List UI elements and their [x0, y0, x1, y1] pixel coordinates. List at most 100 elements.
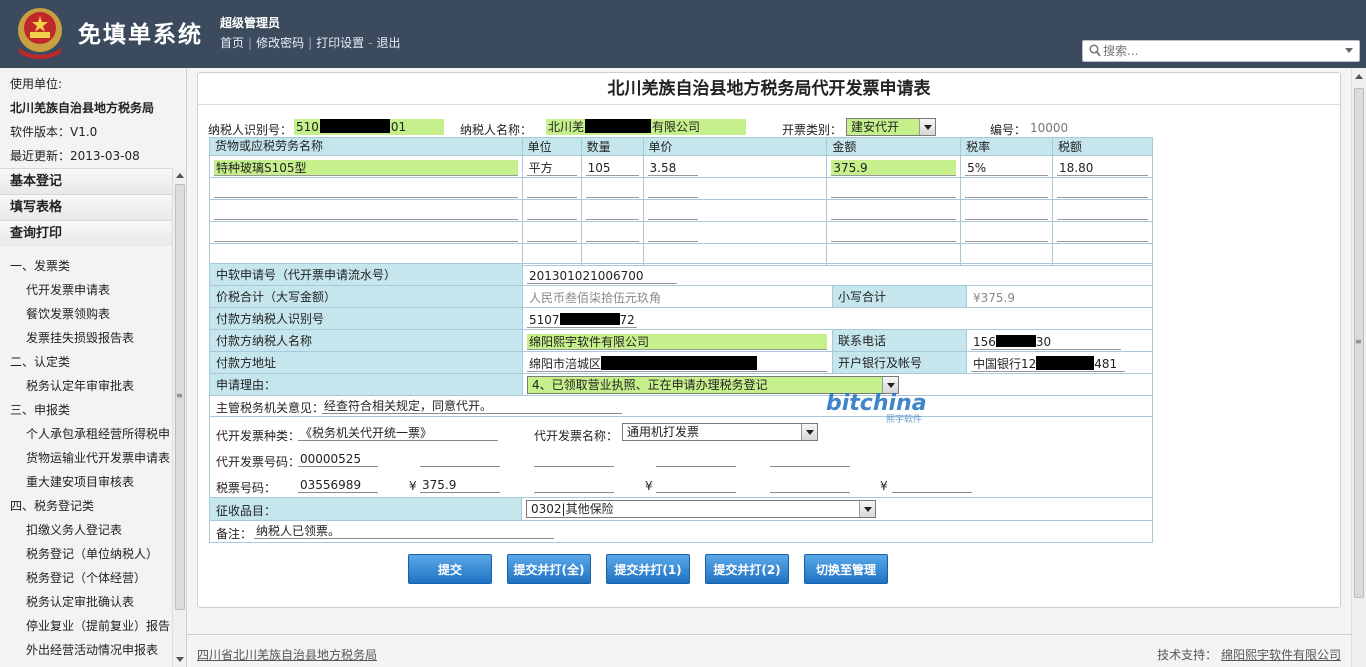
unit-price-input[interactable] — [647, 182, 698, 198]
sidebar-item-registration-unit[interactable]: 税务登记（单位纳税人） — [0, 542, 172, 566]
ticket-amount-field-3[interactable] — [892, 477, 972, 493]
amount-input[interactable] — [831, 248, 957, 264]
proxy-kind-field[interactable]: 《税务机关代开统一票》 — [298, 425, 498, 441]
proxy-name-select[interactable]: 通用机打发票 — [622, 423, 818, 441]
nav-print-settings-link[interactable]: 打印设置 — [316, 36, 364, 50]
section-basic-registration[interactable]: 基本登记 — [0, 168, 172, 194]
proxy-no-field-5[interactable] — [770, 451, 850, 467]
quantity-input[interactable]: 105 — [585, 160, 639, 176]
sidebar-item-catering-invoice[interactable]: 餐饮发票领购表 — [0, 302, 172, 326]
goods-name-input[interactable] — [214, 248, 518, 264]
scroll-down-icon[interactable] — [176, 657, 184, 662]
sidebar-scrollbar[interactable]: ≡ — [172, 168, 186, 667]
ticket-amount-field[interactable]: 375.9 — [420, 477, 500, 493]
software-no-field[interactable]: 201301021006700 — [527, 268, 677, 284]
opinion-field[interactable]: 经查符合相关规定，同意代开。 — [322, 398, 622, 414]
unit-input[interactable]: 平方 — [526, 160, 577, 176]
nav-change-password-link[interactable]: 修改密码 — [256, 36, 304, 50]
quantity-input[interactable] — [585, 204, 639, 220]
ticket-no-field[interactable]: 03556989 — [298, 477, 378, 493]
tax-amount-input[interactable] — [1057, 204, 1148, 220]
tax-amount-input[interactable] — [1057, 248, 1148, 264]
taxpayer-id-field[interactable]: 510 01 — [294, 119, 444, 135]
ticket-amount-field-2[interactable] — [656, 477, 736, 493]
tax-amount-input[interactable] — [1057, 182, 1148, 198]
submit-print-all-button[interactable]: 提交并打(全) — [507, 554, 591, 584]
quantity-input[interactable] — [585, 226, 639, 242]
nav-home-link[interactable]: 首页 — [220, 36, 244, 50]
payer-id-field[interactable]: 5107 72 — [527, 312, 637, 328]
submit-button[interactable]: 提交 — [408, 554, 492, 584]
app-header: 免填单系统 超级管理员 首页 | 修改密码 | 打印设置 - 退出 — [0, 0, 1366, 68]
scroll-up-icon[interactable] — [1355, 74, 1363, 79]
tax-rate-input[interactable]: 5% — [965, 160, 1049, 176]
proxy-no-field[interactable]: 00000525 — [298, 451, 378, 467]
amount-input[interactable] — [831, 226, 957, 242]
sidebar-item-outbound-business[interactable]: 外出经营活动情况申报表 — [0, 638, 172, 662]
chevron-down-icon[interactable] — [801, 424, 817, 440]
proxy-no-field-3[interactable] — [534, 451, 614, 467]
proxy-no-field-2[interactable] — [420, 451, 500, 467]
sidebar-item-annual-review[interactable]: 税务认定年审审批表 — [0, 374, 172, 398]
amount-input[interactable]: 375.9 — [831, 159, 957, 176]
sidebar-item-proxy-invoice-application[interactable]: 代开发票申请表 — [0, 278, 172, 302]
sidebar-item-withholding-agent[interactable]: 扣缴义务人登记表 — [0, 518, 172, 542]
goods-name-input[interactable] — [214, 226, 518, 242]
scroll-up-icon[interactable] — [176, 173, 184, 178]
sidebar-item-freight-invoice[interactable]: 货物运输业代开发票申请表 — [0, 446, 172, 470]
unit-price-input[interactable] — [647, 248, 698, 264]
search-input[interactable] — [1103, 43, 1333, 59]
tax-amount-input[interactable]: 18.80 — [1057, 160, 1148, 176]
amount-input[interactable] — [831, 182, 957, 198]
levy-select[interactable]: 0302|其他保险 — [526, 500, 876, 518]
submit-print-2-button[interactable]: 提交并打(2) — [705, 554, 789, 584]
section-fill-form[interactable]: 填写表格 — [0, 194, 172, 220]
ticket-no-label: 税票号码： — [216, 481, 277, 495]
unit-price-input[interactable]: 3.58 — [647, 160, 698, 176]
chevron-down-icon[interactable] — [919, 119, 935, 135]
unit-price-input[interactable] — [647, 226, 698, 242]
unit-price-input[interactable] — [647, 204, 698, 220]
sidebar-item-major-project-review[interactable]: 重大建安项目审核表 — [0, 470, 172, 494]
ticket-no-field-3[interactable] — [770, 477, 850, 493]
support-link[interactable]: 绵阳熙宇软件有限公司 — [1221, 648, 1341, 662]
section-query-print[interactable]: 查询打印 — [0, 220, 172, 246]
sidebar-item-certification-confirm[interactable]: 税务认定审批确认表 — [0, 590, 172, 614]
amount-input[interactable] — [831, 204, 957, 220]
goods-name-input[interactable]: 特种玻璃S105型 — [214, 159, 518, 176]
main-scrollbar[interactable]: ≡ — [1351, 68, 1366, 667]
ticket-no-field-2[interactable] — [534, 477, 614, 493]
proxy-no-field-4[interactable] — [656, 451, 736, 467]
quantity-input[interactable] — [585, 182, 639, 198]
phone-field[interactable]: 156 30 — [971, 334, 1121, 350]
footer-org-link[interactable]: 四川省北川羌族自治县地方税务局 — [197, 646, 377, 663]
tax-rate-input[interactable] — [965, 226, 1049, 242]
goods-name-input[interactable] — [214, 182, 518, 198]
switch-to-admin-button[interactable]: 切换至管理 — [804, 554, 888, 584]
unit-input[interactable] — [526, 226, 577, 242]
tax-amount-input[interactable] — [1057, 226, 1148, 242]
unit-input[interactable] — [526, 248, 577, 264]
chevron-down-icon[interactable] — [859, 501, 875, 517]
quantity-input[interactable] — [585, 248, 639, 264]
invoice-type-select[interactable]: 建安代开 — [846, 118, 936, 136]
goods-name-input[interactable] — [214, 204, 518, 220]
search-box[interactable] — [1082, 40, 1360, 62]
sidebar-item-invoice-loss-report[interactable]: 发票挂失损毁报告表 — [0, 326, 172, 350]
unit-input[interactable] — [526, 182, 577, 198]
tax-rate-input[interactable] — [965, 182, 1049, 198]
sidebar-item-suspend-resume[interactable]: 停业复业（提前复业）报告 — [0, 614, 172, 638]
sidebar-item-registration-individual[interactable]: 税务登记（个体经营） — [0, 566, 172, 590]
bank-field[interactable]: 中国银行12 481 — [971, 355, 1125, 372]
payer-name-field[interactable]: 绵阳熙宇软件有限公司 — [527, 333, 827, 350]
submit-print-1-button[interactable]: 提交并打(1) — [606, 554, 690, 584]
sidebar-item-contract-income-tax[interactable]: 个人承包承租经营所得税申 — [0, 422, 172, 446]
tax-rate-input[interactable] — [965, 204, 1049, 220]
tax-rate-input[interactable] — [965, 248, 1049, 264]
remark-field[interactable]: 纳税人已领票。 — [254, 523, 554, 539]
taxpayer-name-field[interactable]: 北川羌 有限公司 — [546, 119, 746, 135]
nav-logout-link[interactable]: 退出 — [376, 36, 400, 50]
search-dropdown-icon[interactable] — [1345, 48, 1353, 53]
unit-input[interactable] — [526, 204, 577, 220]
payer-address-field[interactable]: 绵阳市涪城区 — [527, 355, 827, 372]
